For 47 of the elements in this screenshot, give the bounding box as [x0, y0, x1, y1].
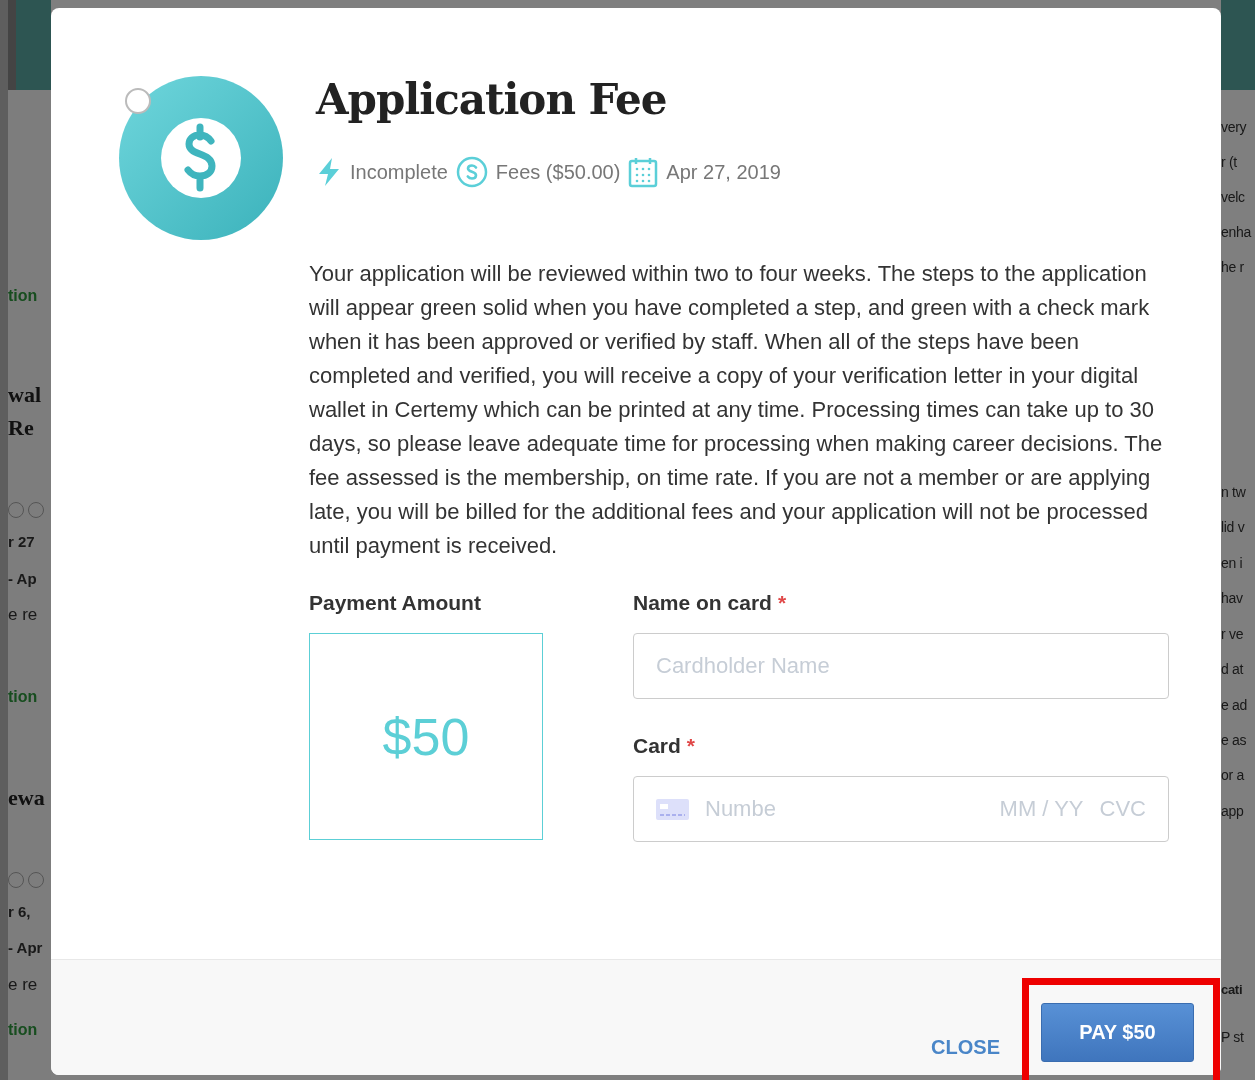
text-fragment: en i: [1221, 554, 1243, 573]
dialog-title: Application Fee: [316, 74, 668, 126]
text-fragment: r (t: [1221, 153, 1237, 172]
close-button[interactable]: CLOSE: [931, 1030, 1000, 1065]
heading-fragment: Re: [8, 414, 34, 442]
heading-fragment: ewa: [8, 784, 45, 812]
text-fragment: n tw: [1221, 483, 1246, 502]
required-asterisk: *: [686, 734, 696, 759]
text-fragment: lid v: [1221, 518, 1245, 537]
payment-amount-label: Payment Amount: [309, 591, 481, 616]
text-fragment: r ve: [1221, 625, 1244, 644]
field-label: Card: [633, 734, 681, 759]
amount-display: $50: [309, 633, 543, 840]
text-fragment: very: [1221, 118, 1247, 137]
meta-date-text: Apr 27, 2019: [666, 160, 781, 184]
pay-button[interactable]: PAY $50: [1041, 1003, 1194, 1062]
credit-card-icon: [656, 798, 689, 820]
text-fragment: he r: [1221, 258, 1244, 277]
link-fragment: tion: [8, 1020, 38, 1040]
text-fragment: e re: [8, 604, 38, 626]
text-fragment: enha: [1221, 223, 1251, 242]
text-fragment: velc: [1221, 188, 1245, 207]
text-fragment: hav: [1221, 589, 1243, 608]
text-fragment: e re: [8, 974, 38, 996]
link-fragment: tion: [8, 286, 38, 306]
text-fragment: cati: [1221, 981, 1243, 999]
field-label: Name on card: [633, 591, 772, 616]
dollar-circle-icon: [455, 156, 488, 188]
text-fragment: d at: [1221, 660, 1244, 679]
text-fragment: app: [1221, 802, 1244, 821]
calendar-icon: [628, 156, 659, 188]
lightning-icon: [316, 157, 342, 187]
description-text: Your application will be reviewed within two to four weeks. The steps to the application will appear green solid when you have completed a step, and green with a check mark when it has been approved or verified by staff. When all of the steps have been completed and verified, you will receive a copy of your verification letter in your digital wallet in Certemy which can be printed at any time. Processing times can take up to 30 days, so please leave adequate time for processing when making career decisions. The fee assessed is the membership, on time rate. If you are not a member or are applying late, you will be billed for the additional fees and your application will not be processed until payment is received.: [309, 260, 1164, 560]
meta-status-text: Incomplete: [350, 160, 448, 184]
text-fragment: - Ap: [8, 569, 37, 589]
text-fragment: or a: [1221, 766, 1244, 785]
text-fragment: r 6,: [8, 902, 31, 922]
text-fragment: - Apr: [8, 938, 43, 958]
dollar-coin-icon: [118, 75, 284, 241]
meta-fee-text: Fees ($50.00): [495, 160, 621, 184]
text-fragment: r 27: [8, 532, 35, 552]
text-fragment: P st: [1221, 1028, 1244, 1047]
text-fragment: e as: [1221, 731, 1247, 750]
link-fragment: tion: [8, 687, 38, 707]
heading-fragment: wal: [8, 381, 41, 409]
required-asterisk: *: [777, 591, 787, 616]
text-fragment: e ad: [1221, 696, 1248, 715]
